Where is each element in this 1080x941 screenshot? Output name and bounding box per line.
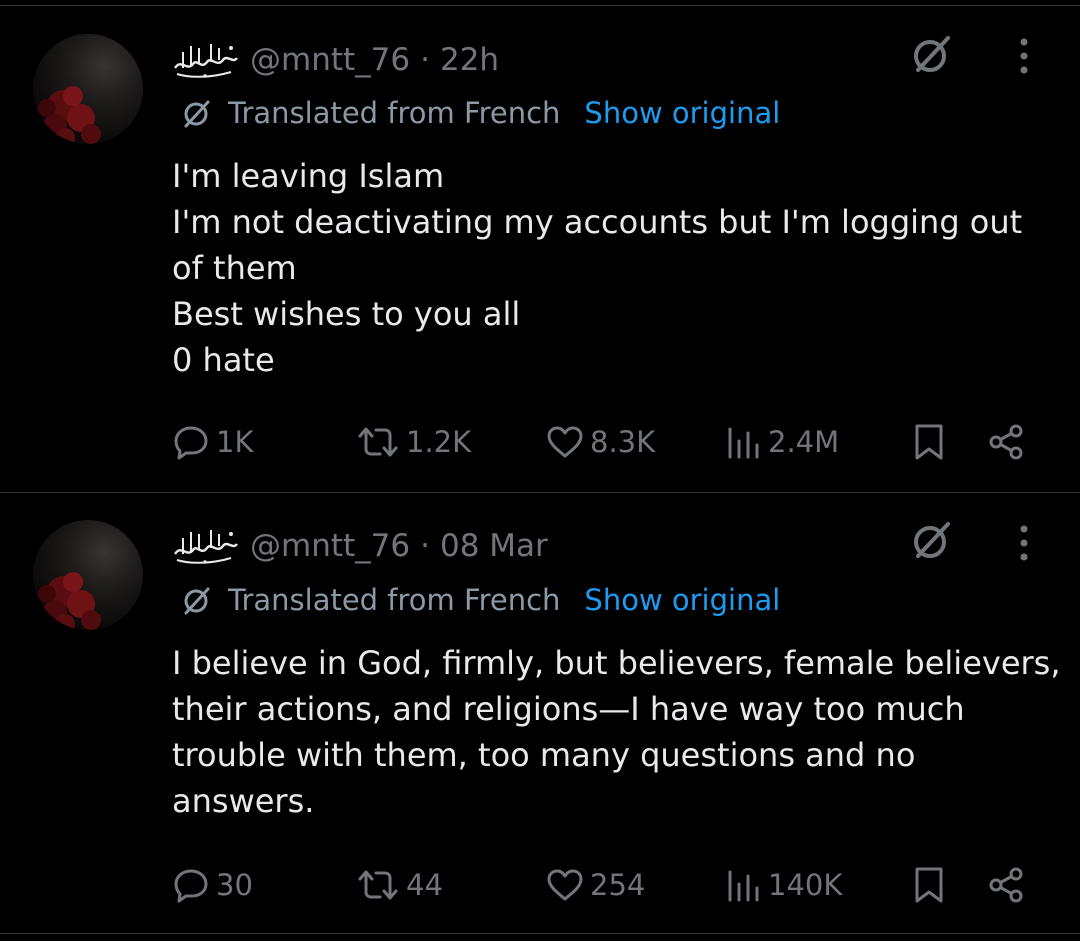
action-bar: 30 44 254 140K (0, 860, 1080, 910)
tweet-text-line: answers. (172, 782, 315, 820)
meta-separator: · (420, 42, 430, 78)
share-icon (989, 424, 1023, 460)
translate-slash-icon (184, 100, 210, 128)
repost-button[interactable]: 44 (356, 860, 443, 910)
tweet-text-line: 0 hate (172, 341, 275, 379)
translation-notice: Translated from French Show original (180, 580, 780, 620)
repost-icon (358, 427, 398, 457)
repost-count: 1.2K (406, 425, 472, 459)
grok-icon[interactable] (908, 30, 956, 78)
bookmark-button[interactable] (912, 860, 946, 910)
avatar[interactable] (33, 520, 143, 630)
reply-icon (174, 426, 208, 460)
tweet-text: I'm leaving Islam I'm not deactivating m… (172, 153, 1052, 383)
views-icon (728, 870, 759, 902)
timestamp[interactable]: 08 Mar (440, 528, 548, 564)
like-icon (547, 426, 583, 458)
views-button[interactable]: 2.4M (726, 417, 839, 467)
views-count: 2.4M (768, 425, 840, 459)
tweet-meta: @mntt_76 · 08 Mar (250, 526, 548, 566)
tweet-text-line: I believe in God, firmly, but believers,… (172, 644, 1061, 682)
top-divider (0, 5, 1080, 6)
repost-button[interactable]: 1.2K (356, 417, 471, 467)
like-button[interactable]: 254 (546, 860, 645, 910)
tweet-text-line: I'm not deactivating my accounts but I'm… (172, 203, 1023, 241)
share-button[interactable] (986, 860, 1026, 910)
views-button[interactable]: 140K (726, 860, 842, 910)
avatar[interactable] (33, 34, 143, 144)
tweet-text-line: Best wishes to you all (172, 295, 521, 333)
tweet-text-line: trouble with them, too many questions an… (172, 736, 916, 774)
timestamp[interactable]: 22h (440, 42, 499, 78)
bookmark-icon (915, 424, 943, 460)
bottom-divider (0, 933, 1080, 934)
tweet-text: I believe in God, firmly, but believers,… (172, 640, 1061, 824)
translate-slash-icon (184, 587, 210, 615)
reply-count: 30 (216, 868, 253, 902)
action-bar: 1K 1.2K 8.3K 2.4M (0, 417, 1080, 467)
meta-separator: · (420, 528, 430, 564)
repost-count: 44 (406, 868, 443, 902)
reply-button[interactable]: 30 (172, 860, 253, 910)
translation-notice: Translated from French Show original (180, 93, 780, 133)
handle[interactable]: @mntt_76 (250, 42, 410, 78)
like-icon (547, 869, 583, 901)
reply-count: 1K (216, 425, 254, 459)
show-original-link[interactable]: Show original (584, 96, 780, 130)
views-count: 140K (768, 868, 843, 902)
translated-label: Translated from French (228, 96, 561, 130)
like-button[interactable]: 8.3K (546, 417, 655, 467)
share-button[interactable] (986, 417, 1026, 467)
handle[interactable]: @mntt_76 (250, 528, 410, 564)
display-name-calligraphy[interactable] (171, 524, 241, 568)
views-icon (728, 427, 759, 459)
reply-icon (174, 869, 208, 903)
tweet-text-line: I'm leaving Islam (172, 157, 445, 195)
tweet-text-line: their actions, and religions—I have way … (172, 690, 965, 728)
display-name-calligraphy[interactable] (171, 38, 241, 82)
show-original-link[interactable]: Show original (584, 583, 780, 617)
reply-button[interactable]: 1K (172, 417, 253, 467)
grok-icon[interactable] (908, 516, 956, 564)
more-icon[interactable] (1008, 34, 1040, 78)
bookmark-button[interactable] (912, 417, 946, 467)
share-icon (989, 867, 1023, 903)
tweet-text-line: of them (172, 249, 297, 287)
bookmark-icon (915, 867, 943, 903)
tweet-divider (0, 492, 1080, 493)
repost-icon (358, 870, 398, 900)
more-icon[interactable] (1008, 521, 1040, 565)
like-count: 254 (590, 868, 646, 902)
like-count: 8.3K (590, 425, 656, 459)
tweet-meta: @mntt_76 · 22h (250, 40, 499, 80)
translated-label: Translated from French (228, 583, 561, 617)
